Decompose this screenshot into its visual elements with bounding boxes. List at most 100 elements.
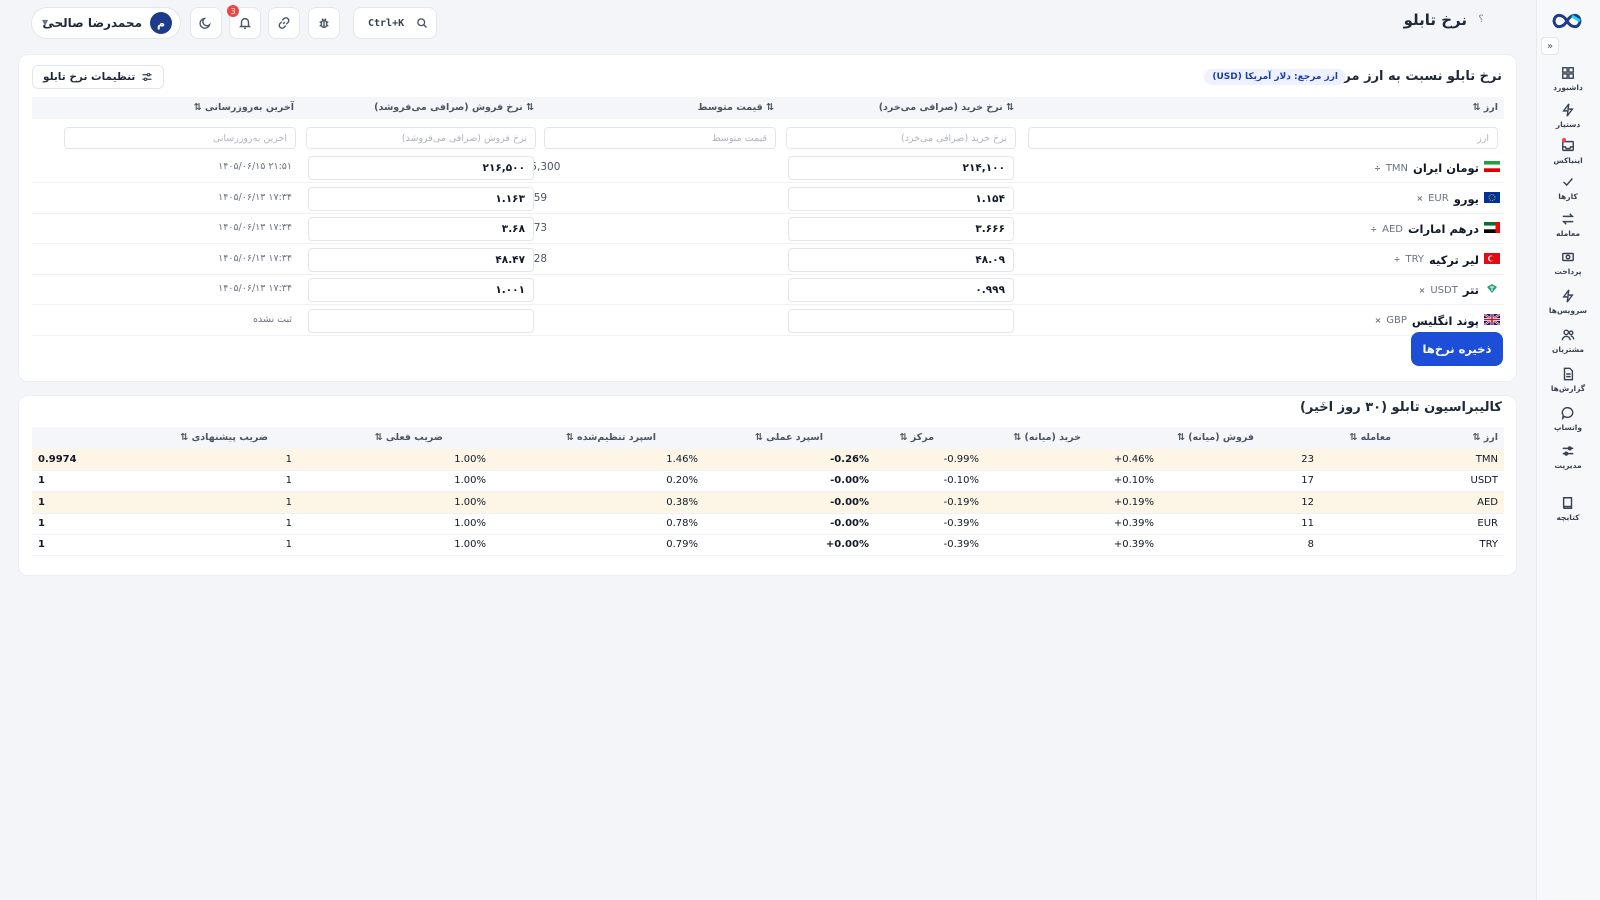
- sell-rate-input[interactable]: [308, 278, 534, 302]
- sliders-icon: [142, 72, 152, 82]
- buy-rate-input[interactable]: [788, 186, 1014, 211]
- filter-avg-input[interactable]: [544, 127, 776, 149]
- flag-icon: [1484, 313, 1500, 328]
- buy-rate-input[interactable]: [788, 156, 1014, 180]
- flag-icon: [1484, 252, 1500, 267]
- rate-settings-label: تنظیمات نرخ تابلو: [43, 71, 136, 83]
- sidebar-item-10[interactable]: مدیریت: [1542, 444, 1594, 478]
- column-header-suggested-coef[interactable]: ضریب پیشنهادی ⇅: [180, 432, 268, 443]
- last-updated: ۱۴۰۵/۰۶/۱۵ ۲۱:۵۱: [218, 161, 292, 172]
- sidebar-item-8[interactable]: گزارش‌ها: [1542, 367, 1594, 401]
- rates-card: نرخ تابلو نسبت به ارز مرجع ارز مرجع: دلا…: [18, 54, 1517, 382]
- column-header-set-spread[interactable]: اسپرد تنظیم‌شده ⇅: [566, 432, 656, 443]
- sidebar-item-9[interactable]: واتساپ: [1542, 406, 1594, 440]
- filter-updated-input[interactable]: [64, 127, 296, 149]
- currency-cell: پوند انگلیس GBP ×: [1375, 313, 1500, 328]
- save-rates-button[interactable]: ذخیره نرخ‌ها: [1411, 332, 1503, 366]
- cal-trades: 12: [1301, 496, 1314, 508]
- moon-icon: [199, 17, 211, 29]
- sidebar-item-1[interactable]: دستیار: [1542, 103, 1594, 137]
- calibration-row: TMN 23 +0.46% -0.99% -0.26% 1.46% 1.00% 1 0.9974: [32, 449, 1504, 471]
- bell-icon: [238, 17, 252, 29]
- filter-sell-input[interactable]: [306, 127, 536, 149]
- sell-rate-input[interactable]: [308, 247, 534, 272]
- sidebar-item-label: گزارش‌ها: [1550, 384, 1586, 393]
- sliders-icon: [1562, 446, 1574, 456]
- cal-real-spread: 0.78%: [666, 517, 698, 529]
- calibration-row: EUR 11 +0.39% -0.39% -0.00% 0.78% 1.00% 1 1: [32, 513, 1504, 535]
- cal-center: +0.00%: [825, 539, 869, 551]
- cal-sell-mid: +0.10%: [1113, 475, 1154, 487]
- last-updated: ۱۴۰۵/۰۶/۱۳ ۱۷:۳۴: [218, 222, 292, 233]
- column-header-buy-mid[interactable]: خرید (میانه) ⇅: [1013, 432, 1081, 443]
- calibration-row: AED 12 +0.19% -0.19% -0.00% 0.38% 1.00% 1 1: [32, 491, 1504, 514]
- sidebar-item-7[interactable]: مشتریان: [1542, 328, 1594, 362]
- sidebar-item-label: کتابچه: [1556, 513, 1580, 522]
- grid-icon: [1562, 67, 1574, 79]
- sell-rate-input[interactable]: [308, 156, 534, 180]
- sidebar-item-4[interactable]: معامله: [1542, 212, 1594, 246]
- calibration-card: کالیبراسیون تابلو (۳۰ روز اخیر) ؟ ارز ⇅ …: [18, 395, 1517, 576]
- rate-operator: ÷: [1393, 255, 1401, 264]
- filter-currency-input[interactable]: [1028, 127, 1498, 149]
- buy-rate-input[interactable]: [788, 247, 1014, 272]
- search-shortcut: Ctrl+K: [368, 17, 405, 29]
- buy-rate-input[interactable]: [788, 308, 1014, 333]
- filter-buy-input[interactable]: [786, 127, 1016, 149]
- cal-buy-mid: -0.39%: [943, 517, 979, 529]
- column-header-currency[interactable]: ارز ⇅: [1473, 102, 1498, 113]
- logo-icon[interactable]: [1550, 10, 1584, 32]
- sidebar-item-2[interactable]: اینباکس: [1542, 139, 1594, 173]
- cal-buy-mid: -0.99%: [943, 454, 979, 465]
- column-header-sell-mid[interactable]: فروش (میانه) ⇅: [1177, 432, 1254, 443]
- notifications-button[interactable]: 3: [227, 5, 261, 39]
- flag-icon: [1484, 283, 1500, 297]
- sidebar-item-11[interactable]: کتابچه: [1542, 496, 1594, 530]
- sidebar-item-label: مشتریان: [1551, 345, 1585, 354]
- calibration-help-icon[interactable]: ؟: [1321, 402, 1326, 412]
- column-header-trades[interactable]: معامله ⇅: [1349, 432, 1391, 443]
- column-header-sell[interactable]: ⇅ نرخ فروش (صرافی می‌فروشد): [374, 102, 534, 113]
- sell-rate-input[interactable]: [308, 308, 534, 333]
- column-header-updated[interactable]: آخرین به‌روزرسانی ⇅: [194, 102, 294, 113]
- column-header-buy[interactable]: ⇅ نرخ خرید (صرافی می‌خرد): [879, 102, 1014, 113]
- column-header-center[interactable]: مرکز ⇅: [900, 432, 935, 443]
- sell-rate-input[interactable]: [308, 186, 534, 211]
- cal-sell-mid: +0.39%: [1113, 517, 1154, 529]
- sidebar-item-label: کارها: [1558, 192, 1578, 201]
- column-header-current-coef[interactable]: ضریب فعلی ⇅: [375, 432, 443, 443]
- avatar: م: [150, 12, 172, 34]
- sidebar-item-3[interactable]: کارها: [1542, 175, 1594, 209]
- sidebar-item-label: سرویس‌ها: [1548, 306, 1588, 315]
- rate-row: تترUSDT×1۱۴۰۵/۰۶/۱۳ ۱۷:۳۴: [32, 275, 1504, 305]
- rate-operator: ÷: [1374, 163, 1381, 173]
- buy-rate-input[interactable]: [788, 278, 1014, 302]
- link-button[interactable]: [268, 7, 300, 39]
- theme-toggle-button[interactable]: [190, 7, 222, 39]
- last-updated: ۱۴۰۵/۰۶/۱۳ ۱۷:۳۴: [218, 283, 292, 294]
- cal-real-spread: 0.20%: [666, 475, 698, 487]
- sidebar-item-6[interactable]: سرویس‌ها: [1542, 289, 1594, 323]
- currency-code: USDT: [1430, 284, 1458, 296]
- column-header-real-spread[interactable]: اسپرد عملی ⇅: [755, 432, 823, 443]
- sidebar-item-label: معامله: [1556, 229, 1580, 238]
- calibration-card-title: کالیبراسیون تابلو (۳۰ روز اخیر): [1299, 400, 1502, 415]
- user-menu[interactable]: ▼ محمدرضا صالحی م: [31, 7, 181, 39]
- search-button[interactable]: Ctrl+K: [353, 7, 437, 39]
- bug-report-button[interactable]: [308, 7, 340, 39]
- bug-icon: [319, 18, 329, 29]
- cal-buy-mid: -0.39%: [943, 539, 979, 551]
- rate-row: یوروEUR×1.159۱۴۰۵/۰۶/۱۳ ۱۷:۳۴: [32, 184, 1504, 214]
- column-header-avg[interactable]: ⇅ قیمت متوسط: [698, 102, 774, 113]
- cal-center: -0.00%: [830, 475, 869, 487]
- calibration-row: TRY 8 +0.39% -0.39% +0.00% 0.79% 1.00% 1 1: [32, 534, 1504, 557]
- sidebar-collapse-button[interactable]: »: [1541, 37, 1559, 55]
- sell-rate-input[interactable]: [308, 217, 534, 241]
- column-header-cal-currency[interactable]: ارز ⇅: [1473, 432, 1498, 443]
- rate-settings-button[interactable]: تنظیمات نرخ تابلو: [32, 65, 165, 89]
- buy-rate-input[interactable]: [788, 217, 1014, 241]
- help-icon[interactable]: ؟: [1474, 14, 1488, 28]
- sidebar-item-5[interactable]: پرداخت: [1542, 250, 1594, 284]
- sidebar-item-0[interactable]: داشبورد: [1542, 66, 1594, 100]
- cal-buy-mid: -0.19%: [943, 496, 979, 508]
